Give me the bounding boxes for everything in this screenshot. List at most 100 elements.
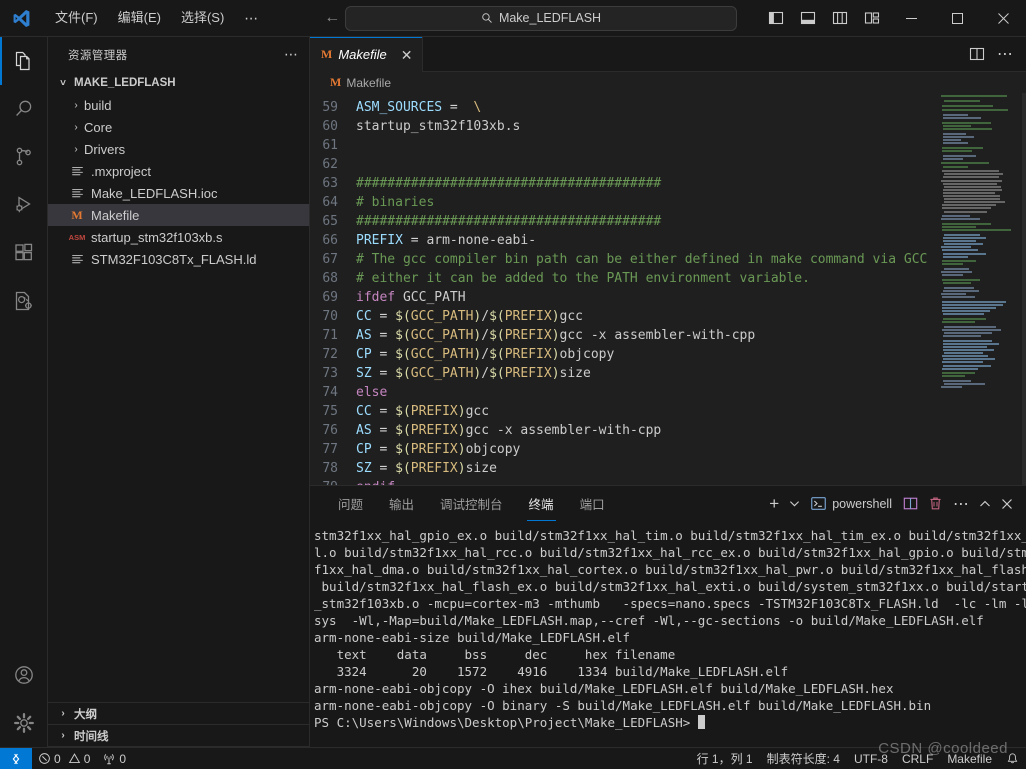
line-number: 72 bbox=[322, 347, 338, 363]
split-terminal-icon[interactable] bbox=[898, 486, 923, 521]
activity-item-extensions[interactable] bbox=[0, 229, 48, 277]
code-line: CP = $(GCC_PATH)/$(PREFIX)objcopy bbox=[356, 345, 938, 364]
activity-item-cpp-config[interactable] bbox=[0, 277, 48, 325]
status-indentation[interactable]: 制表符长度: 4 bbox=[760, 748, 847, 769]
minimap-line bbox=[943, 154, 976, 157]
editor-vertical-scrollbar[interactable] bbox=[1012, 93, 1026, 485]
terminal-profile-indicator[interactable]: powershell bbox=[805, 486, 898, 521]
trash-icon[interactable] bbox=[923, 486, 948, 521]
window-minimize-button[interactable] bbox=[888, 0, 934, 37]
section-timeline[interactable]: › 时间线 bbox=[48, 725, 309, 747]
toggle-panel-icon[interactable] bbox=[792, 0, 824, 37]
status-language-mode[interactable]: Makefile bbox=[940, 748, 999, 769]
status-eol[interactable]: CRLF bbox=[895, 748, 940, 769]
tree-row-mxproject[interactable]: .mxproject bbox=[48, 160, 309, 182]
activity-item-explorer[interactable] bbox=[0, 37, 48, 85]
tab-makefile[interactable]: M Makefile ✕ bbox=[310, 37, 424, 72]
panel-more-actions-icon[interactable]: ⋯ bbox=[948, 486, 974, 521]
minimap-line bbox=[943, 364, 991, 367]
panel-tab-ports[interactable]: 端口 bbox=[570, 486, 615, 521]
activity-item-run-and-debug[interactable] bbox=[0, 181, 48, 229]
tree-row-linker-script[interactable]: STM32F103C8Tx_FLASH.ld bbox=[48, 248, 309, 270]
tree-row-ioc[interactable]: Make_LEDFLASH.ioc bbox=[48, 182, 309, 204]
panel-tab-problems[interactable]: 问题 bbox=[328, 486, 373, 521]
status-ports[interactable]: 0 bbox=[96, 748, 132, 769]
toggle-primary-sidebar-icon[interactable] bbox=[760, 0, 792, 37]
code-token: CC bbox=[356, 404, 372, 420]
tree-row-startup-asm[interactable]: ASM startup_stm32f103xb.s bbox=[48, 226, 309, 248]
new-terminal-dropdown-icon[interactable] bbox=[784, 486, 805, 521]
code-token: else bbox=[356, 385, 388, 401]
close-panel-icon[interactable] bbox=[996, 486, 1018, 521]
tree-row-build[interactable]: › build bbox=[48, 94, 309, 116]
terminal-profile-label: powershell bbox=[832, 496, 892, 511]
section-timeline-label: 时间线 bbox=[74, 730, 109, 743]
titlebar-right bbox=[760, 0, 1026, 37]
chevron-down-icon: ˅ bbox=[60, 77, 66, 89]
maximize-panel-icon[interactable] bbox=[974, 486, 996, 521]
terminal-line: arm-none-eabi-objcopy -O ihex build/Make… bbox=[314, 681, 894, 696]
section-outline[interactable]: › 大纲 bbox=[48, 703, 309, 725]
code-token: $( bbox=[395, 442, 411, 458]
code-token: / bbox=[481, 347, 490, 363]
code-viewport[interactable]: 59 60 61 62 63 64 65 66 67 68 69 70 71 72 73 74 75 76 77 78… bbox=[310, 93, 938, 485]
workspace-root-row[interactable]: ˅ MAKE_LEDFLASH bbox=[48, 72, 309, 94]
terminal-output[interactable]: stm32f1xx_hal_gpio_ex.o build/stm32f1xx_… bbox=[310, 521, 1026, 747]
minimap-line bbox=[942, 260, 977, 263]
line-number: 66 bbox=[322, 233, 338, 249]
line-number: 78 bbox=[322, 461, 338, 477]
code-token: GCC_PATH bbox=[410, 328, 474, 344]
code-token: ifdef bbox=[356, 290, 396, 306]
code-token: $( bbox=[489, 366, 505, 382]
line-number: 68 bbox=[322, 271, 338, 287]
status-cursor-position[interactable]: 行 1，列 1 bbox=[690, 748, 760, 769]
activity-item-accounts[interactable] bbox=[0, 651, 48, 699]
status-notifications-bell[interactable] bbox=[999, 748, 1026, 769]
editor-more-actions-icon[interactable]: ⋯ bbox=[992, 37, 1018, 72]
menu-edit[interactable]: 编辑(E) bbox=[109, 6, 170, 30]
menu-select[interactable]: 选择(S) bbox=[172, 6, 233, 30]
tree-row-drivers[interactable]: › Drivers bbox=[48, 138, 309, 160]
window-close-button[interactable] bbox=[980, 0, 1026, 37]
panel-tab-output[interactable]: 输出 bbox=[379, 486, 424, 521]
new-terminal-button[interactable]: + bbox=[764, 486, 784, 521]
tab-close-icon[interactable]: ✕ bbox=[401, 48, 413, 62]
code-token: PREFIX bbox=[410, 461, 458, 477]
explorer-more-actions[interactable]: ⋯ bbox=[284, 46, 299, 63]
customize-layout-icon[interactable] bbox=[856, 0, 888, 37]
panel-tab-debug-console[interactable]: 调试控制台 bbox=[430, 486, 513, 521]
code-text[interactable]: ASM_SOURCES = \ startup_stm32f103xb.s ###… bbox=[356, 93, 938, 485]
status-problems[interactable]: 0 0 bbox=[32, 748, 96, 769]
terminal-prompt[interactable]: PS C:\Users\Windows\Desktop\Project\Make… bbox=[314, 714, 1026, 731]
code-token: PREFIX bbox=[504, 347, 552, 363]
go-back-icon[interactable]: ← bbox=[324, 10, 340, 26]
menu-more-button[interactable]: ⋯ bbox=[235, 8, 268, 29]
minimap-line bbox=[942, 274, 964, 277]
activity-item-search[interactable] bbox=[0, 85, 48, 133]
code-line: # either it can be added to the PATH env… bbox=[356, 269, 938, 288]
activity-item-manage-settings[interactable] bbox=[0, 699, 48, 747]
minimap-line bbox=[943, 335, 981, 338]
panel-tab-terminal[interactable]: 终端 bbox=[519, 486, 564, 521]
code-token: PREFIX bbox=[410, 423, 458, 439]
minimap-line bbox=[943, 252, 986, 255]
toggle-secondary-sidebar-icon[interactable] bbox=[824, 0, 856, 37]
activity-item-source-control[interactable] bbox=[0, 133, 48, 181]
tree-item-label: Core bbox=[84, 119, 113, 135]
code-token: objcopy bbox=[559, 347, 615, 363]
file-tree: › build › Core › Drivers .mxproject Make… bbox=[48, 94, 309, 702]
status-remote-indicator[interactable] bbox=[0, 747, 32, 769]
window-maximize-button[interactable] bbox=[934, 0, 980, 37]
tree-row-core[interactable]: › Core bbox=[48, 116, 309, 138]
code-line: # binaries bbox=[356, 193, 938, 212]
tree-row-makefile[interactable]: M Makefile bbox=[48, 204, 309, 226]
split-editor-icon[interactable] bbox=[964, 37, 990, 72]
minimap-line bbox=[942, 367, 979, 370]
code-line: AS = $(GCC_PATH)/$(PREFIX)gcc -x assembl… bbox=[356, 326, 938, 345]
menu-file[interactable]: 文件(F) bbox=[46, 6, 107, 30]
status-encoding[interactable]: UTF-8 bbox=[847, 748, 895, 769]
breadcrumb[interactable]: M Makefile bbox=[310, 72, 1026, 94]
command-center-search[interactable]: Make_LEDFLASH bbox=[345, 5, 737, 31]
minimap-line bbox=[943, 188, 1003, 191]
